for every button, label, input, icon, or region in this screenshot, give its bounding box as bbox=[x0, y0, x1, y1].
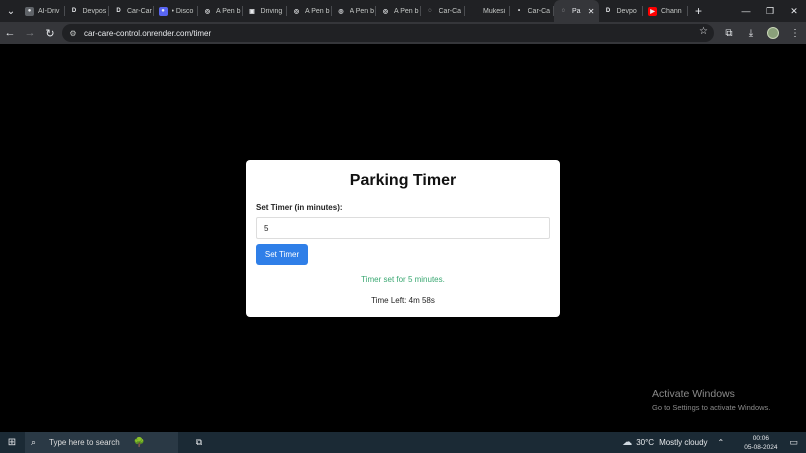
address-bar[interactable]: ⚙ car-care-control.onrender.com/timer ☆ bbox=[62, 24, 714, 42]
forward-icon[interactable]: → bbox=[20, 23, 40, 43]
back-icon[interactable]: ← bbox=[0, 23, 20, 43]
tab-favicon-icon: D bbox=[604, 7, 613, 16]
tab-favicon-icon: ● bbox=[25, 7, 34, 16]
tab-favicon-icon: ▶ bbox=[648, 7, 657, 16]
browser-tab[interactable]: ◎ A Pen b bbox=[198, 0, 243, 22]
browser-tab[interactable]: ● AI-Driv bbox=[20, 0, 65, 22]
windows-start-icon[interactable]: ⊞ bbox=[0, 432, 24, 453]
tab-title: Mukesi bbox=[483, 8, 510, 15]
watermark-title: Activate Windows bbox=[652, 388, 770, 400]
tab-favicon-icon: D bbox=[114, 7, 123, 16]
avatar[interactable] bbox=[767, 27, 779, 39]
time-left-text: Time Left: 4m 58s bbox=[246, 296, 560, 305]
page-viewport: Parking Timer Set Timer (in minutes): Se… bbox=[0, 44, 806, 432]
weather-temp[interactable]: 30°C bbox=[636, 438, 654, 447]
browser-tab[interactable]: D Devpos bbox=[65, 0, 110, 22]
extensions-icon[interactable]: ⧉ bbox=[718, 22, 740, 44]
site-info-icon[interactable]: ⚙ bbox=[66, 26, 80, 40]
timer-minutes-input[interactable] bbox=[256, 217, 550, 239]
browser-tab[interactable]: • Car-Ca bbox=[510, 0, 555, 22]
tab-favicon-icon: D bbox=[70, 7, 79, 16]
page-title: Parking Timer bbox=[246, 172, 560, 190]
tab-favicon-icon bbox=[470, 7, 479, 16]
chevron-up-icon[interactable]: ⌃ bbox=[718, 438, 725, 447]
browser-tab[interactable]: ◎ A Pen b bbox=[287, 0, 332, 22]
tab-title: A Pen b bbox=[350, 8, 377, 15]
tab-title: A Pen b bbox=[305, 8, 332, 15]
set-timer-button[interactable]: Set Timer bbox=[256, 244, 308, 265]
toolbar-actions: ⧉ ⤓ ⋮ bbox=[718, 22, 806, 44]
tab-title: AI-Driv bbox=[38, 8, 65, 15]
windows-taskbar: ⊞ ⌕ Type here to search 🌳 ⧉ ☁ 30°C Mostl… bbox=[0, 432, 806, 453]
browser-tab[interactable]: D Car-Car bbox=[109, 0, 154, 22]
tab-strip: ⌄ ● AI-Driv D Devpos D Car-Car ● • Disco ◎ A Pen … bbox=[0, 0, 806, 22]
clock-date: 05-08-2024 bbox=[744, 443, 777, 452]
browser-tab[interactable]: ● • Disco bbox=[154, 0, 199, 22]
downloads-icon[interactable]: ⤓ bbox=[740, 22, 762, 44]
window-controls: — ❐ ✕ bbox=[734, 0, 806, 22]
tab-search-icon[interactable]: ⌄ bbox=[2, 2, 20, 20]
tab-list: ●AI-DrivDDevposDCar-Car●• Disco◎A Pen b▣… bbox=[20, 0, 688, 22]
tab-favicon-icon: ◎ bbox=[381, 7, 390, 16]
menu-kebab-icon[interactable]: ⋮ bbox=[784, 22, 806, 44]
tab-favicon-icon: ◎ bbox=[203, 7, 212, 16]
tab-title: Devpo bbox=[617, 8, 644, 15]
browser-tab[interactable]: D Devpo bbox=[599, 0, 644, 22]
tab-favicon-icon: ◌ bbox=[559, 7, 568, 16]
tab-title: A Pen b bbox=[394, 8, 421, 15]
weather-cloud-icon[interactable]: ☁ bbox=[622, 437, 632, 448]
search-highlight-icon[interactable]: 🌳 bbox=[134, 437, 145, 448]
timer-field-label: Set Timer (in minutes): bbox=[256, 203, 343, 212]
profile-avatar[interactable] bbox=[762, 22, 784, 44]
restore-icon[interactable]: ❐ bbox=[758, 0, 782, 22]
tab-favicon-icon: ◌ bbox=[426, 7, 435, 16]
task-view-icon[interactable]: ⧉ bbox=[188, 432, 210, 453]
browser-tab[interactable]: Mukesi bbox=[465, 0, 510, 22]
close-window-icon[interactable]: ✕ bbox=[782, 0, 806, 22]
search-icon: ⌕ bbox=[31, 437, 45, 448]
minimize-icon[interactable]: — bbox=[734, 0, 758, 22]
timer-card: Parking Timer Set Timer (in minutes): Se… bbox=[246, 160, 560, 317]
tab-title: Chann bbox=[661, 8, 688, 15]
tab-title: • Disco bbox=[172, 8, 199, 15]
bookmark-star-icon[interactable]: ☆ bbox=[699, 26, 708, 37]
clock-time: 00:06 bbox=[744, 434, 777, 443]
tab-close-icon[interactable]: ✕ bbox=[588, 7, 595, 16]
tab-favicon-icon: ◎ bbox=[337, 7, 346, 16]
tab-title: Car-Ca bbox=[528, 8, 555, 15]
tab-title: Pa bbox=[572, 8, 588, 15]
clock[interactable]: 00:06 05-08-2024 bbox=[744, 434, 777, 452]
status-message: Timer set for 5 minutes. bbox=[246, 275, 560, 284]
tab-favicon-icon: ● bbox=[159, 7, 168, 16]
browser-tab[interactable]: ◌ Car-Ca bbox=[421, 0, 466, 22]
weather-desc[interactable]: Mostly cloudy bbox=[659, 438, 707, 447]
tab-favicon-icon: • bbox=[515, 7, 524, 16]
watermark-subtitle: Go to Settings to activate Windows. bbox=[652, 403, 770, 412]
browser-tab[interactable]: ◎ A Pen b bbox=[376, 0, 421, 22]
browser-tab[interactable]: ▶ Chann bbox=[643, 0, 688, 22]
tab-title: Driving bbox=[261, 8, 288, 15]
taskbar-search-placeholder[interactable]: Type here to search bbox=[49, 438, 120, 447]
browser-tab[interactable]: ◎ A Pen b bbox=[332, 0, 377, 22]
tab-favicon-icon: ▣ bbox=[248, 7, 257, 16]
url-text[interactable]: car-care-control.onrender.com/timer bbox=[84, 29, 211, 38]
activate-windows-watermark: Activate Windows Go to Settings to activ… bbox=[652, 388, 770, 412]
system-tray: ☁ 30°C Mostly cloudy ⌃ 00:06 05-08-2024 … bbox=[622, 432, 806, 453]
taskbar-search-box[interactable]: ⌕ Type here to search 🌳 bbox=[25, 432, 178, 453]
tab-favicon-icon: ◎ bbox=[292, 7, 301, 16]
browser-tab[interactable]: ▣ Driving bbox=[243, 0, 288, 22]
notification-icon[interactable]: ▭ bbox=[789, 437, 798, 448]
tab-title: Devpos bbox=[83, 8, 110, 15]
reload-icon[interactable]: ↻ bbox=[40, 23, 60, 43]
tab-title: A Pen b bbox=[216, 8, 243, 15]
browser-tab[interactable]: ◌ Pa✕ bbox=[554, 0, 599, 22]
tab-title: Car-Ca bbox=[439, 8, 466, 15]
browser-toolbar: ← → ↻ ⚙ car-care-control.onrender.com/ti… bbox=[0, 22, 806, 44]
tab-title: Car-Car bbox=[127, 8, 154, 15]
new-tab-icon[interactable]: + bbox=[690, 2, 708, 20]
